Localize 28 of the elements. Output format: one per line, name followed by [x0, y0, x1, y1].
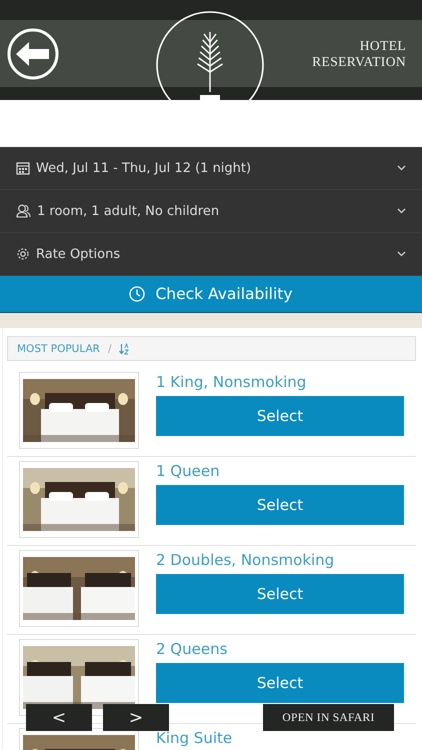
separator: /: [108, 342, 112, 354]
calendar-icon: [16, 161, 30, 175]
chevron-icon: [397, 165, 406, 171]
settings-icon: [16, 247, 30, 261]
sort-icon[interactable]: [119, 342, 130, 354]
room-name: 2 Doubles, Nonsmoking: [156, 552, 336, 569]
next-button[interactable]: >: [103, 704, 169, 731]
room-name: 1 King, Nonsmoking: [156, 374, 308, 391]
chevron-icon: [397, 208, 406, 214]
option-dropdown[interactable]: Wed, Jul 11 - Thu, Jul 12 (1 night): [0, 147, 422, 190]
open-in-safari-button[interactable]: OPEN IN SAFARI: [263, 704, 394, 731]
clock-icon: [129, 286, 146, 302]
people-icon: [16, 204, 31, 218]
option-dropdown[interactable]: 1 room, 1 adult, No children: [0, 190, 422, 233]
select-button[interactable]: Select: [156, 574, 404, 614]
room-name: 2 Queens: [156, 641, 228, 658]
tree-logo-icon: [155, 10, 265, 100]
room-name: King Suite: [156, 730, 234, 747]
select-button[interactable]: Select: [156, 396, 404, 436]
chevron-icon: [397, 251, 406, 257]
previous-button[interactable]: <: [26, 704, 92, 731]
check-availability-button[interactable]: Check Availability: [0, 276, 422, 313]
back-button[interactable]: [7, 28, 59, 80]
select-button[interactable]: Select: [156, 663, 404, 703]
select-button[interactable]: Select: [156, 485, 404, 525]
room-name: 1 Queen: [156, 463, 221, 480]
option-dropdown[interactable]: Rate Options: [0, 233, 422, 276]
page-title: HOTEL RESERVATION: [311, 38, 406, 70]
